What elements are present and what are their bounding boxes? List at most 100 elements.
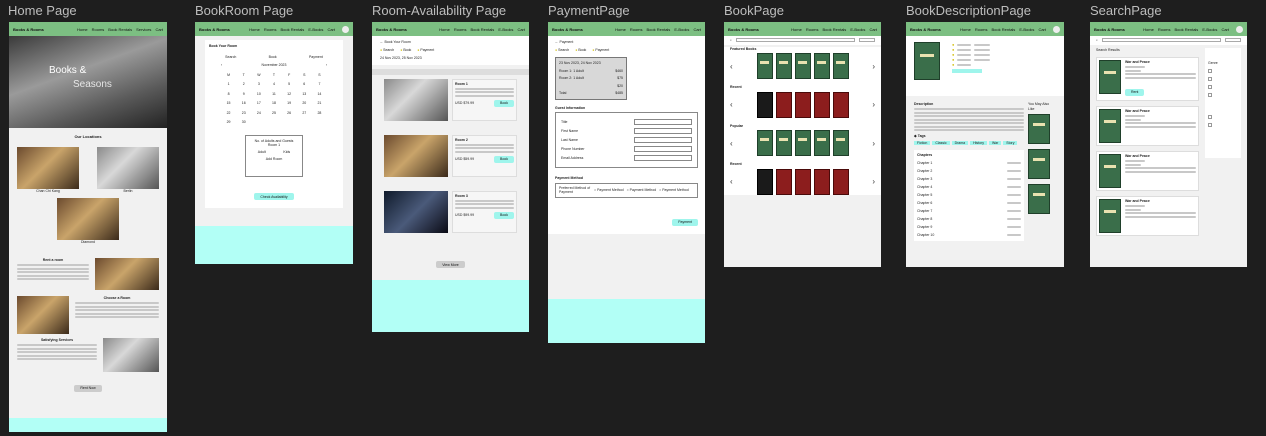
calendar-day[interactable]: 11 [266, 92, 281, 97]
chapter-row[interactable]: Chapter 9 [917, 225, 1021, 230]
field-input[interactable] [634, 155, 692, 162]
nav-home[interactable]: Home [439, 27, 450, 32]
calendar-day[interactable]: 28 [312, 111, 327, 116]
filter-dropdown[interactable] [1225, 38, 1241, 43]
brand-logo[interactable]: Books & Rooms [728, 27, 759, 32]
avatar[interactable] [1053, 25, 1060, 33]
chapter-row[interactable]: Chapter 7 [917, 209, 1021, 214]
related-book[interactable] [1028, 184, 1050, 215]
chapter-row[interactable]: Chapter 5 [917, 193, 1021, 198]
calendar-day[interactable]: 23 [236, 111, 251, 116]
calendar-day[interactable]: 27 [297, 111, 312, 116]
calendar-grid[interactable]: M T W T F S S 1 2 3 4 5 6 7 8 9 10 11 12 13 14 15 16 17 18 19 20 21… [221, 73, 327, 125]
nav-cart[interactable]: Cart [869, 27, 877, 32]
chevron-left-icon[interactable]: ‹ [730, 62, 733, 71]
calendar-day[interactable]: 6 [297, 82, 312, 87]
book-cover[interactable] [775, 130, 792, 157]
nav-ebooks[interactable]: E-Books [850, 27, 865, 32]
search-input[interactable] [1101, 38, 1221, 43]
nav-cart[interactable]: Cart [327, 27, 335, 32]
calendar-day[interactable]: 21 [312, 101, 327, 106]
calendar-day[interactable]: 14 [312, 92, 327, 97]
chapter-row[interactable]: Chapter 4 [917, 185, 1021, 190]
chapter-row[interactable]: Chapter 2 [917, 169, 1021, 174]
search-icon[interactable]: ⌕ [1096, 38, 1098, 43]
book-cover[interactable] [813, 91, 830, 118]
calendar-day[interactable]: 7 [312, 82, 327, 87]
room-image[interactable] [384, 78, 448, 121]
nav-rooms[interactable]: Rooms [92, 27, 105, 32]
book-cover[interactable] [756, 130, 773, 157]
nav-book-rentals[interactable]: Book Rentals [647, 27, 671, 32]
nav-book-rentals[interactable]: Book Rentals [1175, 27, 1199, 32]
chevron-right-icon[interactable]: › [872, 139, 875, 148]
book-cover[interactable] [832, 130, 849, 157]
filter-checkbox[interactable] [1208, 123, 1212, 128]
back-link[interactable]: ← Payment [555, 40, 698, 45]
calendar-day[interactable]: 3 [251, 82, 266, 87]
result-cover[interactable] [1099, 109, 1121, 144]
book-cover[interactable] [794, 130, 811, 157]
calendar-day[interactable]: 13 [297, 92, 312, 97]
book-cover[interactable] [832, 91, 849, 118]
calendar-day[interactable]: 26 [282, 111, 297, 116]
nav-ebooks[interactable]: E-Books [498, 27, 513, 32]
calendar-day[interactable]: 15 [221, 101, 236, 106]
calendar-day[interactable]: 8 [221, 92, 236, 97]
nav-book-rentals[interactable]: Book Rentals [471, 27, 495, 32]
book-room-button[interactable]: Book [494, 155, 514, 163]
nav-rooms[interactable]: Rooms [264, 27, 277, 32]
chapter-row[interactable]: Chapter 8 [917, 217, 1021, 222]
nav-ebooks[interactable]: E-Books [1202, 27, 1217, 32]
book-cover[interactable] [756, 91, 773, 118]
calendar-day[interactable]: 4 [266, 82, 281, 87]
tag-chip[interactable]: Drama [951, 140, 969, 146]
search-icon[interactable]: ⌕ [730, 38, 732, 43]
calendar-day[interactable]: 19 [282, 101, 297, 106]
calendar-day[interactable]: 22 [221, 111, 236, 116]
chevron-right-icon[interactable]: › [872, 100, 875, 109]
nav-ebooks[interactable]: E-Books [308, 27, 323, 32]
brand-logo[interactable]: Books & Rooms [13, 27, 44, 32]
nav-book-rentals[interactable]: Book Rentals [823, 27, 847, 32]
payment-option[interactable]: ○ Payment Method [627, 188, 657, 193]
chevron-left-icon[interactable]: ‹ [730, 100, 733, 109]
location-image[interactable] [97, 147, 159, 190]
result-cover[interactable] [1099, 199, 1121, 234]
book-cover[interactable] [794, 53, 811, 80]
calendar-day[interactable]: 5 [282, 82, 297, 87]
chevron-left-icon[interactable]: ‹ [730, 139, 733, 148]
nav-home[interactable]: Home [77, 27, 88, 32]
book-room-button[interactable]: Book [494, 211, 514, 219]
brand-logo[interactable]: Books & Rooms [552, 27, 583, 32]
chapter-row[interactable]: Chapter 3 [917, 177, 1021, 182]
check-availability-button[interactable]: Check Availability [254, 193, 294, 201]
nav-rooms[interactable]: Rooms [1158, 27, 1171, 32]
brand-logo[interactable]: Books & Rooms [376, 27, 407, 32]
calendar-day[interactable]: 1 [221, 82, 236, 87]
book-cover[interactable] [756, 168, 773, 195]
payment-option[interactable]: ○ Payment Method [659, 188, 689, 193]
result-card[interactable]: War and Peace [1096, 196, 1199, 237]
calendar-day[interactable]: 16 [236, 101, 251, 106]
calendar-day[interactable]: 25 [266, 111, 281, 116]
nav-ebooks[interactable]: E-Books [1019, 27, 1034, 32]
chapter-row[interactable]: Chapter 1 [917, 161, 1021, 166]
field-input[interactable] [634, 119, 692, 126]
avatar[interactable] [1236, 25, 1243, 33]
calendar-day[interactable]: 17 [251, 101, 266, 106]
nav-cart[interactable]: Cart [517, 27, 525, 32]
location-image[interactable] [57, 197, 119, 240]
pay-button[interactable]: Payment [672, 218, 698, 226]
filter-checkbox[interactable] [1208, 115, 1212, 120]
nav-cart[interactable]: Cart [1221, 27, 1229, 32]
book-cover[interactable] [813, 130, 830, 157]
book-cover[interactable] [794, 168, 811, 195]
book-cover[interactable] [832, 53, 849, 80]
nav-home[interactable]: Home [615, 27, 626, 32]
calendar-day[interactable]: 24 [251, 111, 266, 116]
related-book[interactable] [1028, 149, 1050, 180]
result-card[interactable]: War and Peace Rent [1096, 57, 1199, 102]
avatar[interactable] [342, 25, 349, 33]
book-cover[interactable] [775, 53, 792, 80]
